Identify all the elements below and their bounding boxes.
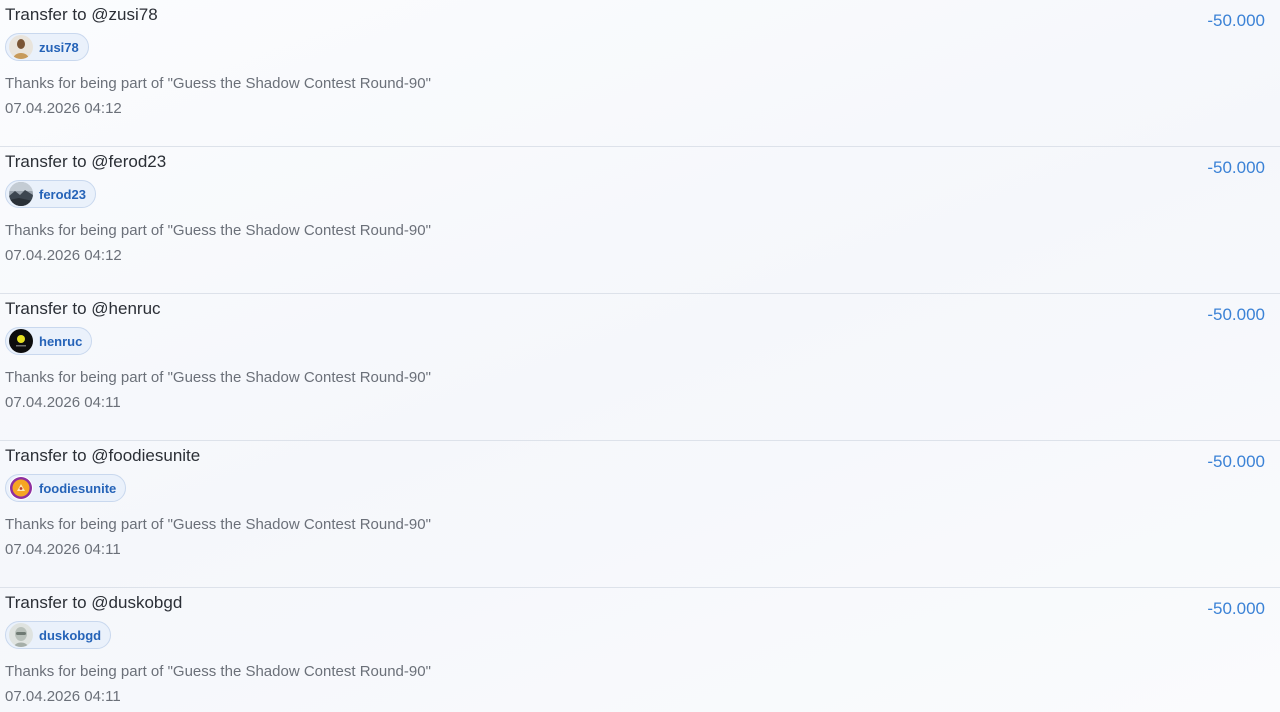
- transaction-title: Transfer to @foodiesunite: [5, 446, 201, 465]
- user-chip-name: henruc: [39, 333, 83, 349]
- transaction-amount: -50.000: [1207, 158, 1265, 177]
- transaction-date: 07.04.2026 04:12: [5, 247, 122, 264]
- transaction-amount: -50.000: [1207, 599, 1265, 618]
- transaction-date: 07.04.2026 04:12: [5, 100, 122, 117]
- transaction-memo: Thanks for being part of "Guess the Shad…: [5, 369, 431, 386]
- statue-photo-icon: [9, 623, 33, 647]
- transaction-amount: -50.000: [1207, 305, 1265, 324]
- transaction-memo: Thanks for being part of "Guess the Shad…: [5, 222, 431, 239]
- transaction-row: Transfer to @foodiesunite foodiesunite T…: [0, 441, 1280, 588]
- user-chip-name: zusi78: [39, 39, 79, 55]
- transaction-row: Transfer to @henruc henruc Thanks for be…: [0, 294, 1280, 441]
- landscape-photo-icon: [9, 182, 33, 206]
- user-chip[interactable]: foodiesunite: [5, 474, 127, 502]
- transaction-title: Transfer to @henruc: [5, 299, 161, 318]
- transaction-date: 07.04.2026 04:11: [5, 541, 121, 558]
- transaction-title: Transfer to @ferod23: [5, 152, 167, 171]
- person-photo-icon: [9, 35, 33, 59]
- transaction-title: Transfer to @zusi78: [5, 5, 158, 24]
- transaction-row: Transfer to @duskobgd duskobgd Thanks fo…: [0, 588, 1280, 712]
- transaction-list: Transfer to @zusi78 zusi78 Thanks for be…: [0, 0, 1280, 712]
- user-chip[interactable]: zusi78: [5, 33, 89, 61]
- transaction-memo: Thanks for being part of "Guess the Shad…: [5, 75, 431, 92]
- transaction-memo: Thanks for being part of "Guess the Shad…: [5, 516, 431, 533]
- user-chip-name: duskobgd: [39, 627, 102, 643]
- transaction-row: Transfer to @zusi78 zusi78 Thanks for be…: [0, 0, 1280, 147]
- user-chip[interactable]: duskobgd: [5, 621, 112, 649]
- dark-logo-icon: [9, 329, 33, 353]
- orange-logo-icon: [9, 476, 33, 500]
- transaction-amount: -50.000: [1207, 452, 1265, 471]
- user-chip[interactable]: henruc: [5, 327, 93, 355]
- transaction-title: Transfer to @duskobgd: [5, 593, 183, 612]
- transaction-amount: -50.000: [1207, 11, 1265, 30]
- user-chip-name: ferod23: [39, 186, 86, 202]
- user-chip[interactable]: ferod23: [5, 180, 96, 208]
- transaction-date: 07.04.2026 04:11: [5, 688, 121, 705]
- transaction-date: 07.04.2026 04:11: [5, 394, 121, 411]
- transaction-row: Transfer to @ferod23 ferod23 Thanks for …: [0, 147, 1280, 294]
- transaction-memo: Thanks for being part of "Guess the Shad…: [5, 663, 431, 680]
- user-chip-name: foodiesunite: [39, 480, 117, 496]
